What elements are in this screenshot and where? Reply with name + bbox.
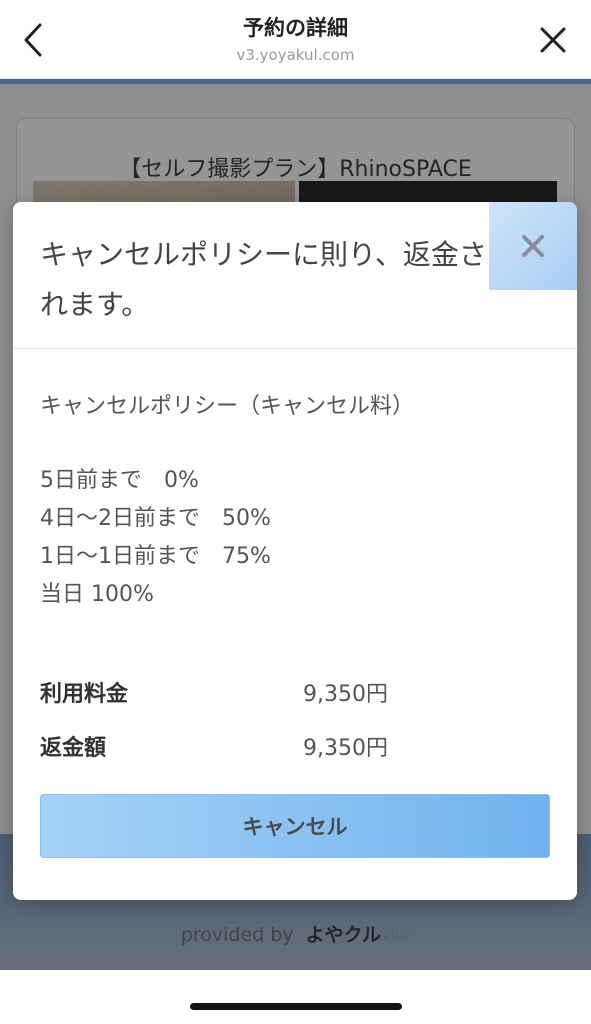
close-icon[interactable]: [537, 24, 569, 56]
refund-amount-label: 返金額: [40, 736, 107, 761]
cancel-button[interactable]: キャンセル: [40, 794, 550, 858]
usage-fee-row: 利用料金 9,350円: [40, 676, 550, 716]
close-icon: [522, 235, 544, 257]
policy-line: 当日 100%: [40, 582, 154, 607]
refund-modal: キャンセルポリシーに則り、返金されます。 キャンセルポリシー（キャンセル料） 5…: [13, 202, 577, 900]
page-title: 予約の詳細: [243, 16, 348, 40]
modal-body: キャンセルポリシー（キャンセル料） 5日前まで 0% 4日〜2日前まで 50% …: [40, 392, 550, 761]
home-indicator[interactable]: [190, 1003, 402, 1010]
page-url: v3.yoyakul.com: [236, 46, 355, 64]
policy-list: 5日前まで 0% 4日〜2日前まで 50% 1日〜1日前まで 75% 当日 10…: [40, 462, 550, 614]
usage-fee-label: 利用料金: [40, 682, 129, 707]
usage-fee-value: 9,350円: [303, 682, 388, 707]
policy-line: 1日〜1日前まで 75%: [40, 544, 271, 569]
modal-close-button[interactable]: [489, 202, 577, 290]
policy-heading: キャンセルポリシー（キャンセル料）: [40, 394, 415, 419]
refund-amount-value: 9,350円: [303, 736, 388, 761]
refund-amount-row: 返金額 9,350円: [40, 730, 550, 770]
modal-title: キャンセルポリシーに則り、返金されます。: [40, 238, 487, 321]
policy-line: 4日〜2日前まで 50%: [40, 506, 271, 531]
policy-line: 5日前まで 0%: [40, 468, 199, 493]
browser-header: 予約の詳細 v3.yoyakul.com: [0, 0, 591, 79]
modal-header: キャンセルポリシーに則り、返金されます。: [13, 202, 577, 349]
